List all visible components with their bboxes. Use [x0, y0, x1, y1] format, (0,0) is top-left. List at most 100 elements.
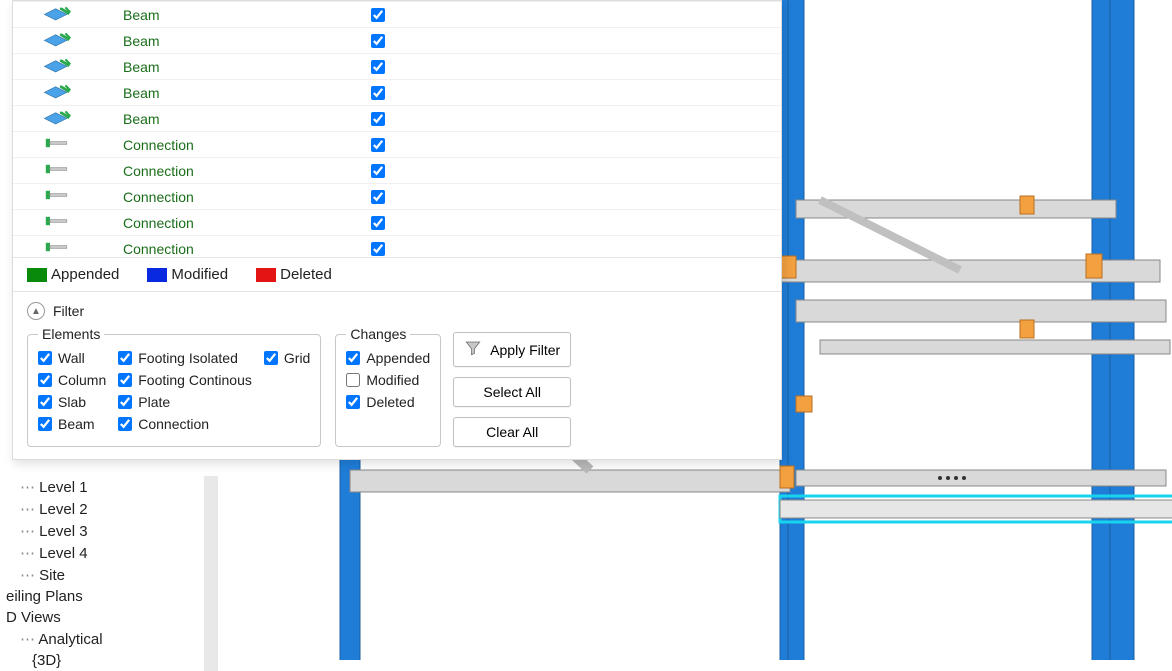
tree-marker-icon: ⋯: [20, 501, 39, 518]
row-label: Connection: [123, 241, 353, 257]
tree-item[interactable]: ⋯ Level 1: [0, 476, 218, 498]
changes-table[interactable]: Beam Beam Beam Beam Beam Connection Connection…: [13, 1, 781, 257]
connection-icon: [43, 237, 71, 257]
checkbox-beam[interactable]: Beam: [38, 416, 106, 432]
table-row[interactable]: Connection: [13, 209, 781, 235]
row-label: Beam: [123, 33, 353, 49]
table-row[interactable]: Beam: [13, 1, 781, 27]
status-legend: Appended Modified Deleted: [13, 257, 781, 292]
elements-group: Elements Wall Footing Isolated Grid Colu…: [27, 326, 321, 447]
row-label: Beam: [123, 59, 353, 75]
tree-item-label: Level 3: [39, 523, 87, 540]
row-label: Connection: [123, 137, 353, 153]
chevron-up-icon: ▲: [27, 302, 45, 320]
tree-item-label: D Views: [6, 609, 61, 626]
row-checkbox[interactable]: [371, 112, 385, 126]
checkbox-column[interactable]: Column: [38, 372, 106, 388]
apply-filter-label: Apply Filter: [490, 342, 560, 358]
beam-icon: [43, 55, 71, 78]
row-label: Beam: [123, 7, 353, 23]
legend-appended-label: Appended: [51, 266, 119, 283]
row-label: Beam: [123, 85, 353, 101]
filter-toggle[interactable]: ▲ Filter: [13, 292, 98, 326]
beam-icon: [43, 107, 71, 130]
checkbox-deleted[interactable]: Deleted: [346, 394, 430, 410]
tree-item-label: Site: [39, 567, 65, 584]
connection-icon: [43, 211, 71, 234]
row-checkbox[interactable]: [371, 60, 385, 74]
row-label: Beam: [123, 111, 353, 127]
legend-deleted-label: Deleted: [280, 266, 332, 283]
tree-item-label: Analytical: [38, 631, 102, 648]
table-row[interactable]: Connection: [13, 183, 781, 209]
row-checkbox[interactable]: [371, 86, 385, 100]
checkbox-connection[interactable]: Connection: [118, 416, 252, 432]
tree-item-label: Level 4: [39, 545, 87, 562]
row-checkbox[interactable]: [371, 138, 385, 152]
beam-icon: [43, 81, 71, 104]
funnel-icon: [464, 339, 482, 360]
beam-icon: [43, 3, 71, 26]
tree-item[interactable]: ⋯ Site: [0, 564, 218, 586]
table-row[interactable]: Beam: [13, 27, 781, 53]
beam-icon: [43, 29, 71, 52]
filter-panel: Elements Wall Footing Isolated Grid Colu…: [13, 326, 781, 459]
tree-item[interactable]: D Views: [0, 607, 218, 628]
table-row[interactable]: Connection: [13, 131, 781, 157]
row-checkbox[interactable]: [371, 8, 385, 22]
checkbox-plate[interactable]: Plate: [118, 394, 252, 410]
project-browser[interactable]: ⋯ Level 1⋯ Level 2⋯ Level 3⋯ Level 4⋯ Si…: [0, 476, 218, 671]
tree-item[interactable]: ⋯ Analytical: [0, 628, 218, 650]
select-all-label: Select All: [483, 384, 541, 400]
checkbox-footing-continous[interactable]: Footing Continous: [118, 372, 252, 388]
checkbox-modified[interactable]: Modified: [346, 372, 430, 388]
changes-legend: Changes: [346, 326, 410, 342]
row-checkbox[interactable]: [371, 242, 385, 256]
clear-all-button[interactable]: Clear All: [453, 417, 571, 447]
table-row[interactable]: Beam: [13, 105, 781, 131]
checkbox-footing-isolated[interactable]: Footing Isolated: [118, 350, 252, 366]
checkbox-grid[interactable]: Grid: [264, 350, 310, 366]
tree-marker-icon: ⋯: [20, 545, 39, 562]
apply-filter-button[interactable]: Apply Filter: [453, 332, 571, 367]
legend-deleted: Deleted: [256, 266, 332, 283]
clear-all-label: Clear All: [486, 424, 538, 440]
table-row[interactable]: Connection: [13, 157, 781, 183]
table-row[interactable]: Beam: [13, 53, 781, 79]
connection-icon: [43, 133, 71, 156]
changes-group: Changes Appended Modified Deleted: [335, 326, 441, 447]
tree-item[interactable]: ⋯ Level 2: [0, 498, 218, 520]
changes-dialog: Beam Beam Beam Beam Beam Connection Connection…: [12, 0, 782, 460]
row-checkbox[interactable]: [371, 164, 385, 178]
elements-legend: Elements: [38, 326, 104, 342]
checkbox-appended[interactable]: Appended: [346, 350, 430, 366]
tree-marker-icon: ⋯: [20, 567, 39, 584]
legend-modified: Modified: [147, 266, 228, 283]
table-row[interactable]: Connection: [13, 235, 781, 257]
row-label: Connection: [123, 163, 353, 179]
tree-item-label: Level 1: [39, 479, 87, 496]
row-checkbox[interactable]: [371, 34, 385, 48]
tree-item[interactable]: ⋯ Level 4: [0, 542, 218, 564]
legend-modified-label: Modified: [171, 266, 228, 283]
checkbox-slab[interactable]: Slab: [38, 394, 106, 410]
tree-item[interactable]: {3D}: [0, 650, 218, 671]
tree-marker-icon: ⋯: [20, 631, 38, 648]
tree-item-label: eiling Plans: [6, 588, 83, 605]
row-checkbox[interactable]: [371, 190, 385, 204]
table-row[interactable]: Beam: [13, 79, 781, 105]
row-label: Connection: [123, 215, 353, 231]
tree-item[interactable]: ⋯ Level 3: [0, 520, 218, 542]
row-label: Connection: [123, 189, 353, 205]
tree-marker-icon: ⋯: [20, 479, 39, 496]
row-checkbox[interactable]: [371, 216, 385, 230]
filter-label: Filter: [53, 303, 84, 319]
checkbox-wall[interactable]: Wall: [38, 350, 106, 366]
legend-appended: Appended: [27, 266, 119, 283]
tree-marker-icon: ⋯: [20, 523, 39, 540]
connection-icon: [43, 159, 71, 182]
select-all-button[interactable]: Select All: [453, 377, 571, 407]
tree-item[interactable]: eiling Plans: [0, 586, 218, 607]
tree-item-label: {3D}: [32, 652, 61, 669]
tree-item-label: Level 2: [39, 501, 87, 518]
